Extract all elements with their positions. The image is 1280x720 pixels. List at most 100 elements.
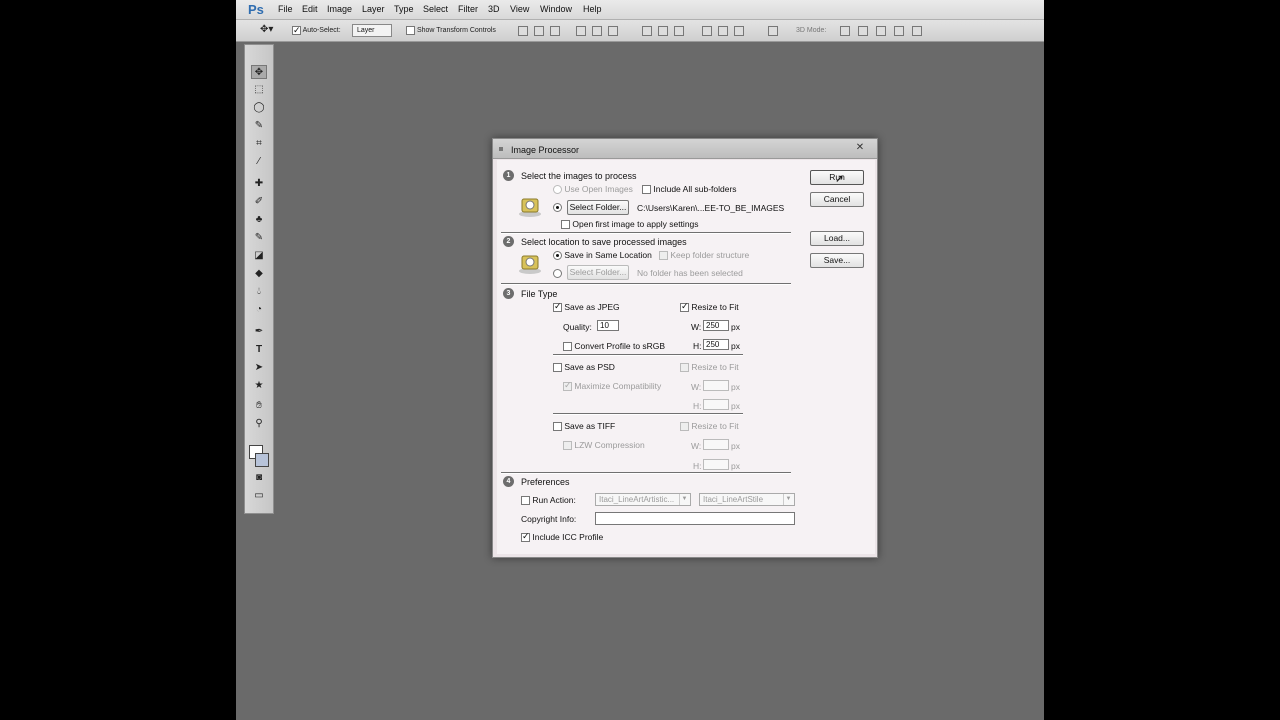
use-open-images-radio[interactable]	[553, 185, 562, 195]
select-dest-folder-radio-dot[interactable]	[553, 269, 562, 279]
eraser-tool-icon[interactable]: ◪	[251, 249, 267, 263]
3d-pan-icon[interactable]	[876, 26, 886, 36]
save-as-jpeg-checkbox[interactable]	[553, 301, 562, 313]
select-source-folder-button[interactable]: Select Folder...	[567, 200, 629, 215]
healing-brush-tool-icon[interactable]: ✚	[251, 177, 267, 191]
show-transform-toggle[interactable]: Show Transform Controls	[406, 25, 496, 37]
jpeg-height-input[interactable]: 250	[703, 339, 729, 350]
3d-scale-icon[interactable]	[912, 26, 922, 36]
jpeg-width-input[interactable]: 250	[703, 320, 729, 331]
zoom-tool-icon[interactable]: ⚲	[251, 417, 267, 431]
save-as-tiff-checkbox[interactable]	[553, 422, 562, 432]
brush-tool-icon[interactable]: ✐	[251, 195, 267, 209]
tiff-height-input[interactable]	[703, 459, 729, 470]
save-as-jpeg-option[interactable]: Save as JPEG	[553, 301, 620, 313]
psd-height-input[interactable]	[703, 399, 729, 410]
quick-mask-icon[interactable]: ◙	[251, 471, 267, 485]
show-transform-checkbox[interactable]	[406, 25, 415, 35]
maximize-compatibility-checkbox[interactable]	[563, 380, 572, 392]
3d-roll-icon[interactable]	[858, 26, 868, 36]
distribute-right-icon[interactable]	[734, 26, 744, 36]
menu-layer[interactable]: Layer	[362, 4, 385, 14]
menu-edit[interactable]: Edit	[302, 4, 318, 14]
path-select-tool-icon[interactable]: ➤	[251, 361, 267, 375]
quick-select-tool-icon[interactable]: ✎	[251, 119, 267, 133]
distribute-bottom-icon[interactable]	[674, 26, 684, 36]
use-open-images-option[interactable]: Use Open Images	[553, 184, 633, 195]
auto-select-toggle[interactable]: Auto-Select:	[292, 24, 341, 37]
hand-tool-icon[interactable]: ✋︎	[251, 399, 267, 413]
menu-image[interactable]: Image	[327, 4, 352, 14]
cancel-button[interactable]: Cancel	[810, 192, 864, 207]
tiff-resize-checkbox[interactable]	[680, 422, 689, 432]
crop-tool-icon[interactable]: ⌗	[251, 137, 267, 151]
convert-srgb-option[interactable]: Convert Profile to sRGB	[563, 341, 665, 352]
action-set-dropdown[interactable]: Itaci_LineArtArtistic... ▼	[595, 493, 691, 506]
clone-stamp-tool-icon[interactable]: ♣	[251, 213, 267, 227]
open-first-image-option[interactable]: Open first image to apply settings	[561, 219, 699, 230]
distribute-top-icon[interactable]	[642, 26, 652, 36]
include-icc-checkbox[interactable]	[521, 531, 530, 543]
3d-rotate-icon[interactable]	[840, 26, 850, 36]
dodge-tool-icon[interactable]: ◔	[251, 303, 267, 317]
history-brush-tool-icon[interactable]: ✎	[251, 231, 267, 245]
lasso-tool-icon[interactable]: ◯	[251, 101, 267, 115]
screen-mode-icon[interactable]: ▭	[251, 489, 267, 503]
maximize-compatibility-option[interactable]: Maximize Compatibility	[563, 380, 661, 392]
move-tool-icon[interactable]: ✥▾	[260, 24, 273, 36]
open-first-image-checkbox[interactable]	[561, 220, 570, 230]
menu-view[interactable]: View	[510, 4, 529, 14]
run-action-checkbox[interactable]	[521, 496, 530, 506]
include-subfolders-option[interactable]: Include All sub-folders	[642, 184, 737, 195]
lzw-compression-option[interactable]: LZW Compression	[563, 440, 645, 451]
close-icon[interactable]: ✕	[851, 142, 869, 154]
align-vcenter-icon[interactable]	[534, 26, 544, 36]
3d-slide-icon[interactable]	[894, 26, 904, 36]
save-as-tiff-option[interactable]: Save as TIFF	[553, 421, 615, 432]
align-top-icon[interactable]	[518, 26, 528, 36]
psd-resize-option[interactable]: Resize to Fit	[680, 362, 739, 373]
eyedropper-tool-icon[interactable]: ⁄	[251, 155, 267, 169]
type-tool-icon[interactable]: T	[251, 343, 267, 357]
distribute-hcenter-icon[interactable]	[718, 26, 728, 36]
jpeg-resize-checkbox[interactable]	[680, 301, 689, 313]
tiff-resize-option[interactable]: Resize to Fit	[680, 421, 739, 432]
menu-file[interactable]: File	[278, 4, 293, 14]
action-name-dropdown[interactable]: Itaci_LineArtStile ▼	[699, 493, 795, 506]
save-as-psd-checkbox[interactable]	[553, 363, 562, 373]
psd-width-input[interactable]	[703, 380, 729, 391]
menu-window[interactable]: Window	[540, 4, 572, 14]
jpeg-quality-input[interactable]: 10	[597, 320, 619, 331]
keep-folder-structure-option[interactable]: Keep folder structure	[659, 250, 749, 261]
background-color-swatch[interactable]	[255, 453, 269, 467]
auto-select-checkbox[interactable]	[292, 24, 301, 36]
dialog-title-bar[interactable]: Image Processor ✕	[493, 139, 877, 159]
move-tool-icon[interactable]: ✥	[251, 65, 267, 79]
gradient-tool-icon[interactable]: ◆	[251, 267, 267, 281]
menu-filter[interactable]: Filter	[458, 4, 478, 14]
select-folder-radio[interactable]	[553, 202, 562, 213]
save-same-location-option[interactable]: Save in Same Location	[553, 250, 652, 261]
align-hcenter-icon[interactable]	[592, 26, 602, 36]
save-as-psd-option[interactable]: Save as PSD	[553, 362, 615, 373]
menu-3d[interactable]: 3D	[488, 4, 500, 14]
distribute-left-icon[interactable]	[702, 26, 712, 36]
menu-select[interactable]: Select	[423, 4, 448, 14]
include-icc-option[interactable]: Include ICC Profile	[521, 531, 603, 543]
lzw-compression-checkbox[interactable]	[563, 441, 572, 451]
include-subfolders-checkbox[interactable]	[642, 185, 651, 195]
load-button[interactable]: Load...	[810, 231, 864, 246]
save-button[interactable]: Save...	[810, 253, 864, 268]
marquee-tool-icon[interactable]: ⬚	[251, 83, 267, 97]
tiff-width-input[interactable]	[703, 439, 729, 450]
jpeg-resize-option[interactable]: Resize to Fit	[680, 301, 739, 313]
keep-folder-structure-checkbox[interactable]	[659, 251, 668, 261]
menu-type[interactable]: Type	[394, 4, 414, 14]
select-dest-folder-radio[interactable]	[553, 268, 562, 279]
align-bottom-icon[interactable]	[550, 26, 560, 36]
run-action-option[interactable]: Run Action:	[521, 495, 576, 506]
pen-tool-icon[interactable]: ✒	[251, 325, 267, 339]
menu-help[interactable]: Help	[583, 4, 602, 14]
convert-srgb-checkbox[interactable]	[563, 342, 572, 352]
distribute-vcenter-icon[interactable]	[658, 26, 668, 36]
